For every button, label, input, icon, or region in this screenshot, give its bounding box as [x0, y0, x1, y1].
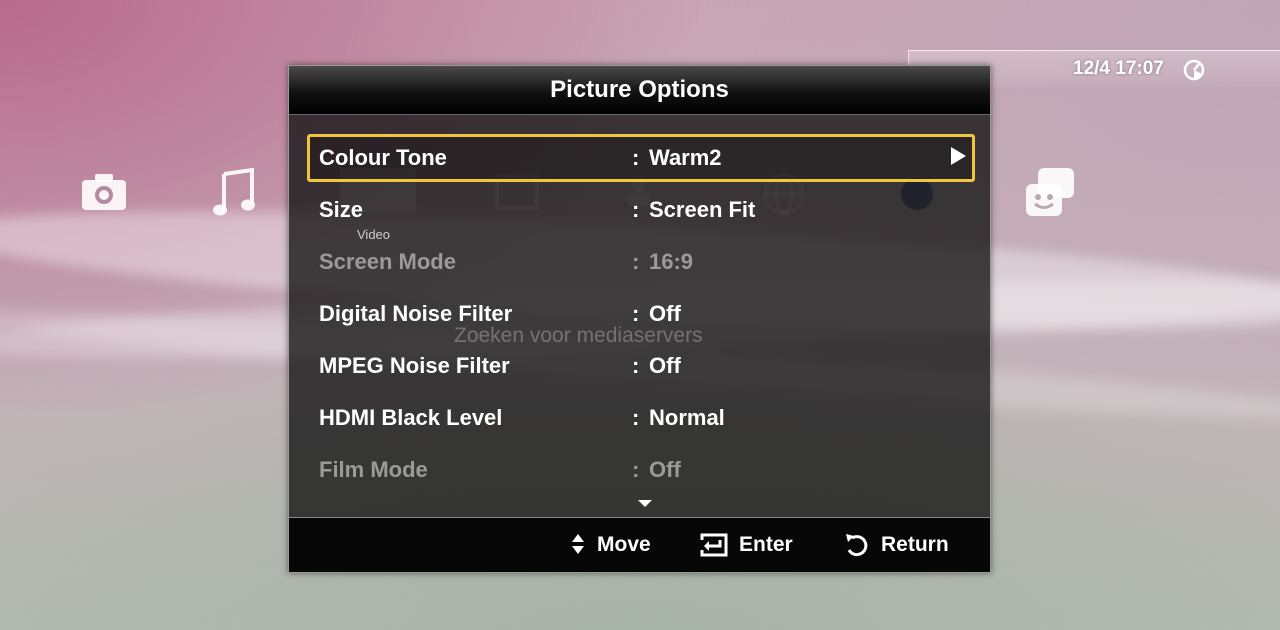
- option-colour-tone[interactable]: Colour Tone : Warm2: [307, 134, 975, 182]
- option-label: HDMI Black Level: [319, 405, 503, 430]
- dialog-footer: Move Enter Return: [289, 517, 990, 572]
- option-value: Off: [649, 457, 681, 482]
- chevron-right-icon: [951, 147, 966, 165]
- option-separator: :: [632, 301, 640, 326]
- option-value: Off: [649, 301, 681, 326]
- option-separator: :: [632, 145, 640, 170]
- option-separator: :: [632, 353, 640, 378]
- return-icon: [846, 534, 868, 557]
- option-separator: :: [632, 405, 640, 430]
- option-value: Screen Fit: [649, 197, 756, 222]
- option-label: Digital Noise Filter: [319, 301, 513, 326]
- hint-move-label: Move: [597, 533, 651, 556]
- clock-datetime: 12/4 17:07: [1073, 58, 1164, 79]
- scroll-down-icon[interactable]: [638, 500, 652, 507]
- option-separator: :: [632, 197, 640, 222]
- option-screen-mode: Screen Mode : 16:9: [307, 238, 975, 286]
- option-mpeg-noise-filter[interactable]: MPEG Noise Filter : Off: [307, 342, 975, 390]
- option-film-mode: Film Mode : Off: [307, 446, 975, 494]
- option-value: 16:9: [649, 249, 694, 274]
- music-icon[interactable]: [212, 168, 258, 218]
- up-down-arrow-icon: [572, 534, 584, 554]
- hint-return-label: Return: [881, 533, 949, 556]
- picture-options-dialog: Picture Options Video Zoeken voor medias…: [288, 65, 991, 573]
- option-label: MPEG Noise Filter: [319, 353, 510, 378]
- option-label: Size: [319, 197, 364, 222]
- option-digital-noise-filter[interactable]: Digital Noise Filter : Off: [307, 290, 975, 338]
- option-value: Off: [649, 353, 681, 378]
- option-separator: :: [632, 249, 640, 274]
- option-label: Colour Tone: [319, 145, 447, 170]
- camera-icon[interactable]: [80, 172, 128, 212]
- option-label: Screen Mode: [319, 249, 456, 274]
- dialog-title-bar: Picture Options: [289, 66, 990, 115]
- option-label: Film Mode: [319, 457, 428, 482]
- option-separator: :: [632, 457, 640, 482]
- friends-icon[interactable]: [1024, 166, 1078, 220]
- option-hdmi-black-level[interactable]: HDMI Black Level : Normal: [307, 394, 975, 442]
- hint-enter-label: Enter: [739, 533, 793, 556]
- option-value: Warm2: [649, 145, 722, 170]
- enter-icon: [700, 533, 728, 557]
- clock-icon: [1183, 59, 1205, 81]
- dialog-title: Picture Options: [550, 76, 729, 103]
- option-value: Normal: [649, 405, 725, 430]
- option-size[interactable]: Size : Screen Fit: [307, 186, 975, 234]
